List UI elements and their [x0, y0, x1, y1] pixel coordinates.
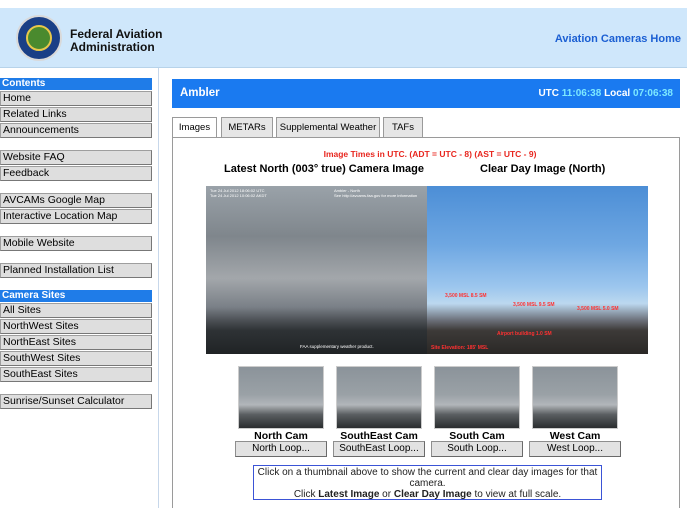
sidebar-item-sunrise-sunset-calculator[interactable]: Sunrise/Sunset Calculator: [0, 394, 152, 409]
site-title-bar: Ambler UTC 11:06:38 Local 07:06:38: [172, 79, 680, 108]
instructions-line2: Click Latest Image or Clear Day Image to…: [293, 489, 562, 500]
overlay-line2: Tue 24 Jul 2012 10:06:02 AKDT: [210, 193, 267, 198]
clear-label-1: 3,500 MSL 8.5 SM: [445, 293, 487, 299]
sidebar-item-feedback[interactable]: Feedback: [0, 166, 152, 181]
agency-name: Federal Aviation Administration: [70, 28, 162, 54]
instructions-line1: Click on a thumbnail above to show the c…: [257, 467, 598, 489]
instructions-box: Click on a thumbnail above to show the c…: [253, 465, 602, 500]
clear-label-3: 3,500 MSL 5.0 SM: [577, 306, 619, 312]
north-cam-thumbnail[interactable]: [238, 366, 324, 429]
clear-day-image[interactable]: 3,500 MSL 8.5 SM 3,500 MSL 9.5 SM 3,500 …: [427, 186, 648, 354]
tab-metars[interactable]: METARs: [221, 117, 273, 138]
contents-heading: Contents: [0, 78, 152, 90]
overlay-bottom-note: FAA supplementary weather product.: [300, 344, 374, 349]
sidebar-item-home[interactable]: Home: [0, 91, 152, 106]
time-readout: UTC 11:06:38 Local 07:06:38: [538, 88, 673, 99]
sidebar-item-all-sites[interactable]: All Sites: [0, 303, 152, 318]
sidebar-item-northwest-sites[interactable]: NorthWest Sites: [0, 319, 152, 334]
local-label: Local: [604, 88, 631, 99]
utc-time: 11:06:38: [561, 88, 602, 99]
image-times-note: Image Times in UTC. (ADT = UTC - 8) (AST…: [323, 149, 537, 159]
latest-image-caption: Latest North (003° true) Camera Image: [224, 163, 425, 175]
sidebar-item-northeast-sites[interactable]: NorthEast Sites: [0, 335, 152, 350]
north-loop-button[interactable]: North Loop...: [235, 441, 327, 457]
sidebar-item-website-faq[interactable]: Website FAQ: [0, 150, 152, 165]
clear-label-2: 3,500 MSL 9.5 SM: [513, 302, 555, 308]
image-site-overlay: Ambler - North See http://avcams.faa.gov…: [334, 188, 417, 198]
overlay-note: See http://avcams.faa.gov for more infor…: [334, 193, 418, 198]
sidebar-item-southwest-sites[interactable]: SouthWest Sites: [0, 351, 152, 366]
clear-day-image-text: Clear Day Image: [393, 489, 472, 500]
southeast-loop-button[interactable]: SouthEast Loop...: [333, 441, 425, 457]
latest-camera-image[interactable]: Tue 24 Jul 2012 18:06:02 UTC Tue 24 Jul …: [206, 186, 427, 354]
utc-label: UTC: [538, 88, 560, 99]
sidebar-item-announcements[interactable]: Announcements: [0, 123, 152, 138]
clear-label-4: Airport building 1.0 SM: [497, 331, 552, 337]
sidebar: Contents Home Related Links Announcement…: [0, 78, 152, 410]
sidebar-item-avcams-google-map[interactable]: AVCAMs Google Map: [0, 193, 152, 208]
sidebar-item-planned-installation-list[interactable]: Planned Installation List: [0, 263, 152, 278]
sidebar-item-mobile-website[interactable]: Mobile Website: [0, 236, 152, 251]
south-loop-button[interactable]: South Loop...: [431, 441, 523, 457]
south-cam-thumbnail[interactable]: [434, 366, 520, 429]
local-time: 07:06:38: [632, 88, 673, 99]
southeast-cam-thumbnail[interactable]: [336, 366, 422, 429]
west-cam-thumbnail[interactable]: [532, 366, 618, 429]
divider: [158, 68, 159, 508]
sidebar-item-related-links[interactable]: Related Links: [0, 107, 152, 122]
agency-name-line2: Administration: [70, 40, 155, 54]
aviation-cameras-home-link[interactable]: Aviation Cameras Home: [555, 33, 681, 45]
globe-icon: [26, 25, 52, 51]
tab-supplemental-weather[interactable]: Supplemental Weather: [276, 117, 380, 138]
latest-image-text: Latest Image: [318, 489, 380, 500]
faa-seal-logo[interactable]: [16, 15, 62, 61]
sidebar-item-southeast-sites[interactable]: SouthEast Sites: [0, 367, 152, 382]
west-loop-button[interactable]: West Loop...: [529, 441, 621, 457]
clear-day-caption: Clear Day Image (North): [480, 163, 606, 175]
site-header: Federal Aviation Administration Aviation…: [0, 8, 687, 68]
tab-tafs[interactable]: TAFs: [383, 117, 423, 138]
image-timestamp-overlay: Tue 24 Jul 2012 18:06:02 UTC Tue 24 Jul …: [210, 188, 267, 198]
camera-sites-heading: Camera Sites: [0, 290, 152, 302]
site-elevation-label: Site Elevation: 185' MSL: [431, 345, 489, 351]
site-name: Ambler: [180, 87, 220, 99]
sidebar-item-interactive-location-map[interactable]: Interactive Location Map: [0, 209, 152, 224]
tab-images[interactable]: Images: [172, 117, 217, 138]
